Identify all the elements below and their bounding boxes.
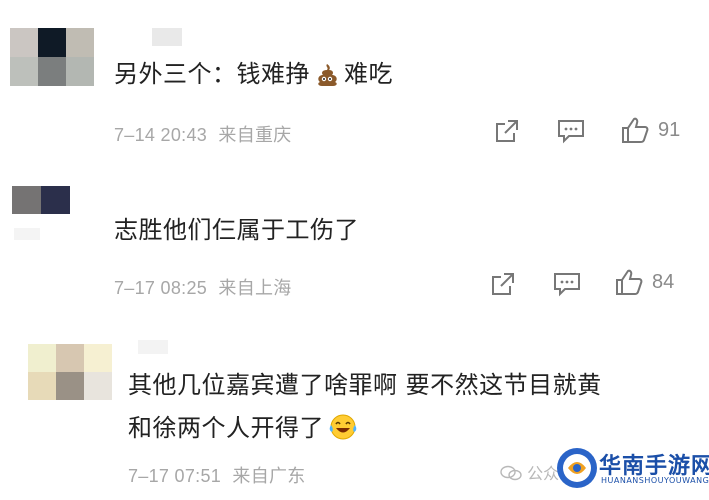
username-blur (152, 28, 182, 46)
username-blur (138, 340, 168, 354)
comment-meta: 7–17 08:25 来自上海 (114, 274, 292, 300)
comment-meta: 7–14 20:43 来自重庆 (114, 121, 292, 147)
avatar-pixel (66, 57, 94, 86)
share-button[interactable] (494, 118, 520, 144)
thumbs-up-icon (622, 117, 649, 143)
avatar-pixel (38, 57, 66, 86)
site-logo: 华南手游网 HUANANSHOUYOUWANG (553, 440, 709, 496)
avatar-pixel (38, 28, 66, 57)
avatar-pixel (28, 372, 56, 400)
poop-emoji-icon (314, 61, 340, 97)
avatar-pixel (56, 372, 84, 400)
comment-text: 另外三个：钱难挣 难吃 (114, 56, 393, 97)
logo-emblem-icon (555, 446, 599, 490)
avatar-pixel (10, 57, 38, 86)
logo-subtext: HUANANSHOUYOUWANG (601, 476, 709, 485)
thumbs-up-icon (616, 269, 643, 295)
timestamp: 7–17 08:25 (114, 278, 208, 298)
comment-icon (554, 273, 580, 297)
wechat-icon (500, 465, 522, 481)
comment-icon (558, 120, 584, 144)
avatar[interactable] (10, 28, 94, 86)
avatar-pixel (41, 186, 70, 214)
avatar-pixel (28, 344, 56, 372)
avatar-pixel (56, 344, 84, 372)
comment-text-line-2: 和徐两个人开得了 (128, 410, 362, 451)
comment-meta: 7–17 07:51 来自广东 (128, 462, 306, 488)
share-icon (496, 120, 518, 142)
avatar[interactable] (28, 344, 112, 400)
like-count: 84 (652, 270, 675, 293)
comment-text-part: 另外三个：钱难挣 (114, 60, 310, 88)
avatar-pixel (84, 372, 112, 400)
location: 来自广东 (232, 466, 306, 486)
comment-text-part: 和徐两个人开得了 (128, 414, 324, 442)
reply-button[interactable] (556, 118, 586, 144)
like-count: 91 (658, 118, 681, 141)
avatar-pixel (66, 28, 94, 57)
location: 来自上海 (218, 278, 292, 298)
laughing-tears-emoji-icon (328, 413, 358, 451)
timestamp: 7–17 07:51 (128, 466, 222, 486)
location: 来自重庆 (218, 125, 292, 145)
avatar-pixel (84, 344, 112, 372)
like-button[interactable]: 91 (620, 116, 680, 144)
share-icon (492, 273, 514, 295)
share-button[interactable] (490, 271, 516, 297)
avatar[interactable] (12, 186, 70, 214)
reply-button[interactable] (552, 271, 582, 297)
timestamp: 7–14 20:43 (114, 125, 208, 145)
like-button[interactable]: 84 (614, 268, 674, 296)
comment-text-part: 难吃 (344, 60, 393, 88)
comment-text: 志胜他们仨属于工伤了 (114, 216, 359, 244)
comment-text-line-1: 其他几位嘉宾遭了啥罪啊 要不然这节目就黄 (128, 371, 602, 399)
avatar-pixel (12, 186, 41, 214)
avatar-blur (14, 228, 40, 240)
avatar-pixel (10, 28, 38, 57)
